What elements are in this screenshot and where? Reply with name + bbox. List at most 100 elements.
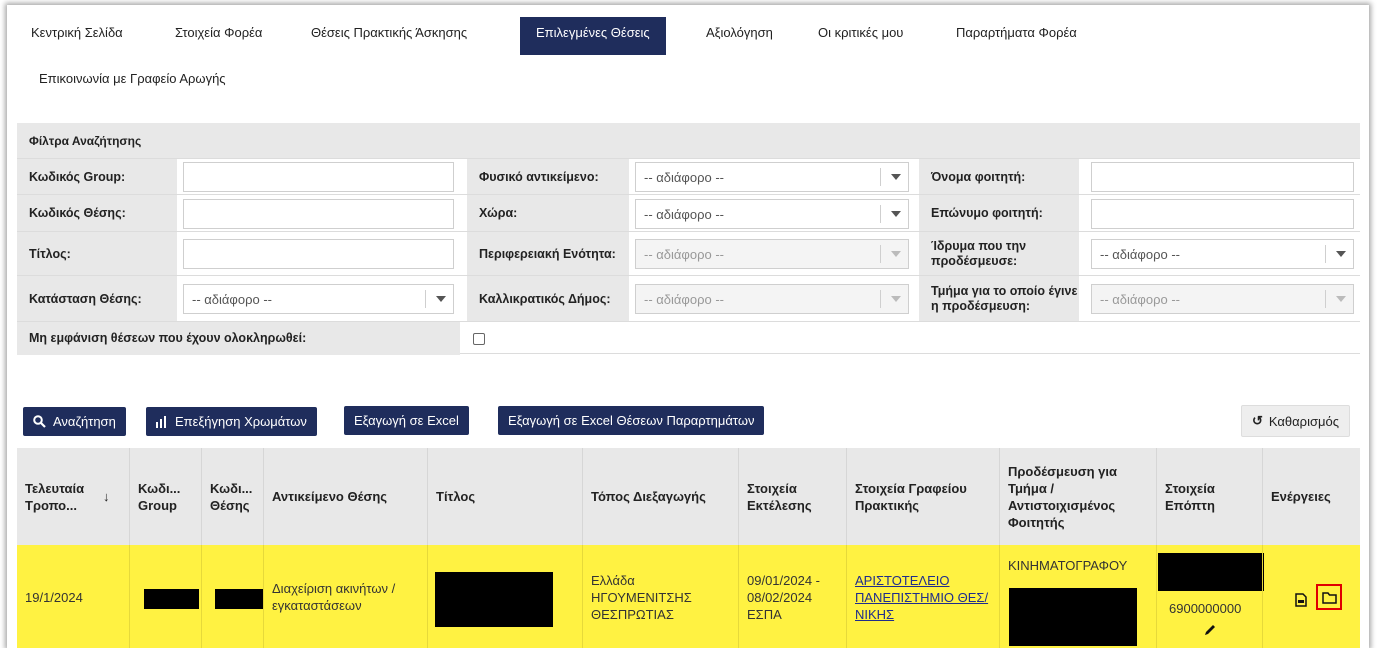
nav-my-reviews[interactable]: Οι κριτικές μου bbox=[818, 25, 903, 40]
status-select[interactable]: -- αδιάφορο -- bbox=[183, 284, 454, 314]
col-location-label: Τόπος Διεξαγωγής bbox=[591, 489, 706, 504]
file-pdf-icon[interactable] bbox=[1295, 593, 1307, 607]
region-label: Περιφερειακή Ενότητα: bbox=[467, 232, 629, 276]
cell-title bbox=[427, 545, 582, 648]
municipality-select[interactable]: -- αδιάφορο -- bbox=[635, 284, 909, 314]
export-excel-button[interactable]: Εξαγωγή σε Excel bbox=[344, 406, 469, 435]
department-select-value: -- αδιάφορο -- bbox=[1100, 292, 1180, 307]
nav-home[interactable]: Κεντρική Σελίδα bbox=[31, 25, 123, 40]
region-select[interactable]: -- αδιάφορο -- bbox=[635, 239, 909, 269]
cell-location: Ελλάδα ΗΓΟΥΜΕΝΙΤΣΗΣ ΘΕΣΠΡΩΤΙΑΣ bbox=[582, 545, 738, 648]
nav-helpdesk-contact[interactable]: Επικοινωνία με Γραφείο Αρωγής bbox=[39, 71, 226, 86]
position-code-label: Κωδικός Θέσης: bbox=[17, 195, 177, 232]
object-select[interactable]: -- αδιάφορο -- bbox=[635, 162, 909, 192]
col-last-modified-label: Τελευταία Τροπο... bbox=[25, 480, 85, 513]
col-execution-label: Στοιχεία Εκτέλεσης bbox=[747, 480, 812, 513]
col-prebooking[interactable]: Προδέσμευση για Τμήμα / Αντιστοιχισμένος… bbox=[999, 448, 1156, 545]
position-code-input[interactable] bbox=[183, 198, 454, 229]
refresh-icon: ↺ bbox=[1252, 413, 1263, 428]
filter-row-2: Κωδικός Θέσης: Χώρα: -- αδιάφορο -- Επών… bbox=[17, 194, 1360, 232]
color-legend-button[interactable]: Επεξήγηση Χρωμάτων bbox=[146, 407, 317, 436]
object-select-value: -- αδιάφορο -- bbox=[644, 170, 724, 185]
student-surname-input[interactable] bbox=[1091, 198, 1354, 229]
col-object[interactable]: Αντικείμενο Θέσης bbox=[263, 448, 427, 545]
chevron-down-icon bbox=[1325, 290, 1353, 308]
office-link[interactable]: ΑΡΙΣΤΟΤΕΛΕΙΟ ΠΑΝΕΠΙΣΤΗΜΙΟ ΘΕΣ/ΝΙΚΗΣ bbox=[855, 572, 999, 623]
nav-organization-info[interactable]: Στοιχεία Φορέα bbox=[175, 25, 262, 40]
cell-object: Διαχείριση ακινήτων / εγκαταστάσεων bbox=[263, 545, 427, 648]
export-excel-branches-button[interactable]: Εξαγωγή σε Excel Θέσεων Παραρτημάτων bbox=[498, 406, 765, 435]
search-button[interactable]: Αναζήτηση bbox=[23, 407, 126, 436]
group-code-label: Κωδικός Group: bbox=[17, 159, 177, 195]
department-label: Τμήμα για το οποίο έγινε η προδέσμευση: bbox=[919, 276, 1079, 322]
student-surname-label: Επώνυμο φοιτητή: bbox=[919, 195, 1079, 232]
chevron-down-icon bbox=[425, 290, 453, 308]
student-name-input[interactable] bbox=[1091, 162, 1354, 192]
col-position-code[interactable]: Κωδι... Θέσης bbox=[201, 448, 263, 545]
sort-down-icon[interactable]: ↓ bbox=[103, 488, 110, 505]
nav-branches[interactable]: Παραρτήματα Φορέα bbox=[956, 25, 1077, 40]
export-excel-branches-button-label: Εξαγωγή σε Excel Θέσεων Παραρτημάτων bbox=[508, 413, 755, 428]
municipality-label: Καλλικρατικός Δήμος: bbox=[467, 276, 629, 322]
filter-row-5: Μη εμφάνιση θέσεων που έχουν ολοκληρωθεί… bbox=[17, 321, 1360, 355]
filter-row-3: Τίτλος: Περιφερειακή Ενότητα: -- αδιάφορ… bbox=[17, 231, 1360, 276]
table-row[interactable]: 19/1/2024 Διαχείριση ακινήτων / εγκαταστ… bbox=[17, 545, 1360, 648]
redacted-block bbox=[215, 589, 264, 609]
app-frame: Κεντρική Σελίδα Στοιχεία Φορέα Θέσεις Πρ… bbox=[7, 5, 1369, 648]
col-office-label: Στοιχεία Γραφείου Πρακτικής bbox=[855, 480, 967, 513]
col-prebooking-label: Προδέσμευση για Τμήμα / Αντιστοιχισμένος… bbox=[1008, 463, 1117, 530]
prebooking-department: ΚΙΝΗΜΑΤΟΓΡΑΦΟΥ bbox=[1008, 558, 1128, 573]
cell-supervisor: 6900000000 bbox=[1156, 545, 1264, 648]
country-select[interactable]: -- αδιάφορο -- bbox=[635, 198, 909, 229]
col-office[interactable]: Στοιχεία Γραφείου Πρακτικής bbox=[846, 448, 999, 545]
nav-evaluation[interactable]: Αξιολόγηση bbox=[706, 25, 773, 40]
bar-chart-icon bbox=[156, 415, 166, 428]
nav-selected-positions[interactable]: Επιλεγμένες Θέσεις bbox=[520, 17, 666, 55]
cell-position-code bbox=[201, 545, 264, 648]
institution-label: Ίδρυμα που την προδέσμευσε: bbox=[919, 232, 1079, 276]
col-last-modified[interactable]: Τελευταία Τροπο... ↓ bbox=[17, 448, 121, 545]
col-supervisor[interactable]: Στοιχεία Επόπτη bbox=[1156, 448, 1262, 545]
hide-completed-label: Μη εμφάνιση θέσεων που έχουν ολοκληρωθεί… bbox=[17, 322, 460, 355]
filters-title: Φίλτρα Αναζήτησης bbox=[17, 123, 1360, 158]
student-name-label: Όνομα φοιτητή: bbox=[919, 159, 1079, 195]
col-title-label: Τίτλος bbox=[436, 489, 476, 504]
col-position-code-label: Κωδι... Θέσης bbox=[210, 480, 253, 513]
pencil-icon[interactable] bbox=[1203, 623, 1217, 637]
col-group-code[interactable]: Κωδι... Group bbox=[129, 448, 201, 545]
title-input[interactable] bbox=[183, 239, 454, 269]
color-legend-button-label: Επεξήγηση Χρωμάτων bbox=[175, 414, 307, 429]
municipality-select-value: -- αδιάφορο -- bbox=[644, 292, 724, 307]
department-select[interactable]: -- αδιάφορο -- bbox=[1091, 284, 1354, 314]
group-code-input[interactable] bbox=[183, 162, 454, 192]
redacted-block bbox=[1009, 588, 1137, 646]
col-location[interactable]: Τόπος Διεξαγωγής bbox=[582, 448, 738, 545]
filter-row-1: Κωδικός Group: Φυσικό αντικείμενο: -- αδ… bbox=[17, 158, 1360, 195]
folder-icon bbox=[1322, 592, 1337, 604]
object-label: Φυσικό αντικείμενο: bbox=[467, 159, 629, 195]
col-execution[interactable]: Στοιχεία Εκτέλεσης bbox=[738, 448, 846, 545]
col-title[interactable]: Τίτλος bbox=[427, 448, 582, 545]
clear-button[interactable]: ↺ Καθαρισμός bbox=[1241, 405, 1350, 437]
chevron-down-icon bbox=[880, 204, 908, 223]
chevron-down-icon bbox=[880, 245, 908, 263]
nav-internship-positions[interactable]: Θέσεις Πρακτικής Άσκησης bbox=[311, 25, 467, 40]
folder-button-highlight[interactable] bbox=[1316, 584, 1342, 610]
cell-last-modified: 19/1/2024 bbox=[25, 589, 83, 605]
table-header: Τελευταία Τροπο... ↓ Κωδι... Group Κωδι.… bbox=[17, 448, 1360, 545]
col-actions-label: Ενέργειες bbox=[1271, 489, 1331, 504]
cell-actions bbox=[1262, 545, 1360, 648]
redacted-block bbox=[144, 589, 199, 609]
cell-prebooking: ΚΙΝΗΜΑΤΟΓΡΑΦΟΥ bbox=[999, 545, 1156, 648]
col-object-label: Αντικείμενο Θέσης bbox=[272, 489, 388, 504]
institution-select[interactable]: -- αδιάφορο -- bbox=[1091, 239, 1354, 269]
cell-group-code bbox=[129, 545, 201, 648]
status-label: Κατάσταση Θέσης: bbox=[17, 276, 177, 322]
region-select-value: -- αδιάφορο -- bbox=[644, 247, 724, 262]
title-label: Τίτλος: bbox=[17, 232, 177, 276]
hide-completed-checkbox[interactable] bbox=[473, 332, 485, 345]
filter-row-4: Κατάσταση Θέσης: -- αδιάφορο -- Καλλικρα… bbox=[17, 275, 1360, 322]
status-select-value: -- αδιάφορο -- bbox=[192, 292, 272, 307]
export-excel-button-label: Εξαγωγή σε Excel bbox=[354, 413, 459, 428]
col-actions: Ενέργειες bbox=[1262, 448, 1360, 545]
